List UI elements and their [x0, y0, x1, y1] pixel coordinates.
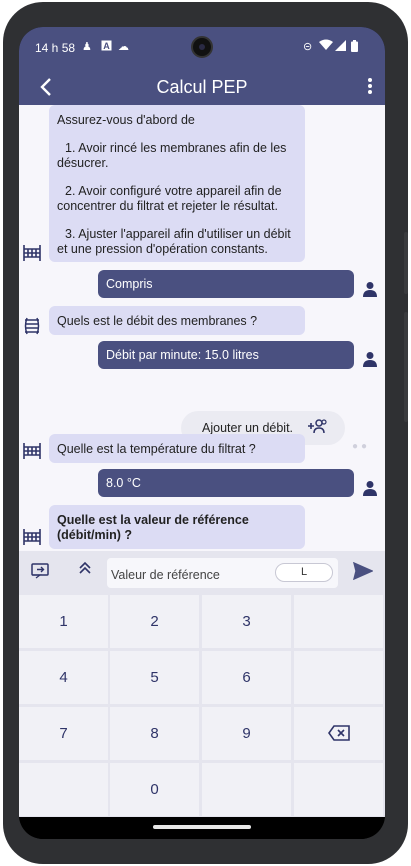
svg-text:A: A	[103, 41, 110, 51]
key-4[interactable]: 4	[19, 651, 108, 704]
switch-input-icon[interactable]	[31, 563, 49, 583]
reference-input[interactable]: Valeur de référence L	[107, 558, 338, 588]
numeric-keypad: 1 2 3 4 5 6 7 8 9 0	[19, 595, 385, 817]
membrane-icon	[23, 317, 41, 339]
front-camera	[191, 36, 213, 58]
bot-message-intro: Assurez-vous d'abord de 1. Avoir rincé l…	[49, 105, 305, 262]
power-button	[404, 232, 408, 294]
user-message-understood: Compris	[98, 270, 354, 298]
key-7[interactable]: 7	[19, 707, 108, 760]
person-icon: ♟	[82, 41, 92, 53]
user-avatar-icon	[362, 351, 380, 369]
status-bar: 14 h 58 ♟ A ☁ ⊝	[19, 27, 385, 69]
key-0[interactable]: 0	[110, 763, 199, 816]
intro-step-2: 2. Avoir configuré votre appareil afin d…	[57, 184, 282, 213]
key-1[interactable]: 1	[19, 595, 108, 648]
status-time: 14 h 58	[35, 41, 76, 55]
backspace-key[interactable]	[294, 707, 383, 760]
send-icon[interactable]	[352, 561, 374, 585]
add-group-icon	[307, 418, 327, 437]
key-9[interactable]: 9	[202, 707, 291, 760]
key-blank-3	[19, 763, 108, 816]
signal-icon	[335, 40, 346, 54]
key-6[interactable]: 6	[202, 651, 291, 704]
battery-icon	[351, 40, 358, 55]
user-message-temperature: 8.0 °C	[98, 469, 354, 497]
app-bar: Calcul PEP	[19, 69, 385, 105]
filter-unit-icon	[23, 529, 41, 549]
user-avatar-icon	[362, 281, 380, 299]
backspace-icon	[327, 725, 350, 741]
reference-input-placeholder: Valeur de référence	[111, 568, 220, 582]
chat-list[interactable]: Assurez-vous d'abord de 1. Avoir rincé l…	[19, 105, 385, 551]
key-2[interactable]: 2	[110, 595, 199, 648]
cloud-icon: ☁	[118, 41, 129, 53]
key-blank-2	[294, 651, 383, 704]
input-bar: Valeur de référence L	[19, 551, 385, 595]
user-avatar-icon	[362, 480, 380, 498]
bot-message-flow: Quels est le débit des membranes ?	[49, 306, 305, 335]
add-flow-label: Ajouter un débit.	[202, 421, 294, 435]
home-handle[interactable]	[153, 825, 251, 829]
user-message-flow: Débit par minute: 15.0 litres	[98, 341, 354, 369]
a-badge-icon: A	[101, 40, 112, 54]
volume-button	[404, 312, 408, 422]
intro-heading: Assurez-vous d'abord de	[57, 113, 195, 127]
wifi-icon	[319, 39, 333, 54]
key-8[interactable]: 8	[110, 707, 199, 760]
expand-up-icon[interactable]	[79, 561, 91, 579]
intro-step-1: 1. Avoir rincé les membranes afin de les…	[57, 141, 287, 170]
filter-unit-icon	[23, 245, 41, 265]
key-blank-4	[202, 763, 291, 816]
key-5[interactable]: 5	[110, 651, 199, 704]
more-vert-icon[interactable]	[367, 73, 373, 102]
unit-selector[interactable]: L	[275, 563, 333, 582]
filter-unit-icon	[23, 443, 41, 463]
dnd-icon: ⊝	[303, 41, 313, 53]
key-3[interactable]: 3	[202, 595, 291, 648]
key-blank-5	[294, 763, 383, 816]
intro-step-3: 3. Ajuster l'appareil afin d'utiliser un…	[57, 227, 291, 256]
page-title: Calcul PEP	[156, 77, 248, 97]
typing-dots: ●●	[352, 441, 371, 452]
bot-message-temperature: Quelle est la température du filtrat ?	[49, 434, 305, 463]
navigation-bar	[19, 817, 385, 839]
screen: 14 h 58 ♟ A ☁ ⊝ Calcul PEP Assurez-vous …	[19, 27, 385, 839]
bot-message-reference: Quelle est la valeur de référence (débit…	[49, 505, 305, 549]
key-blank-1	[294, 595, 383, 648]
